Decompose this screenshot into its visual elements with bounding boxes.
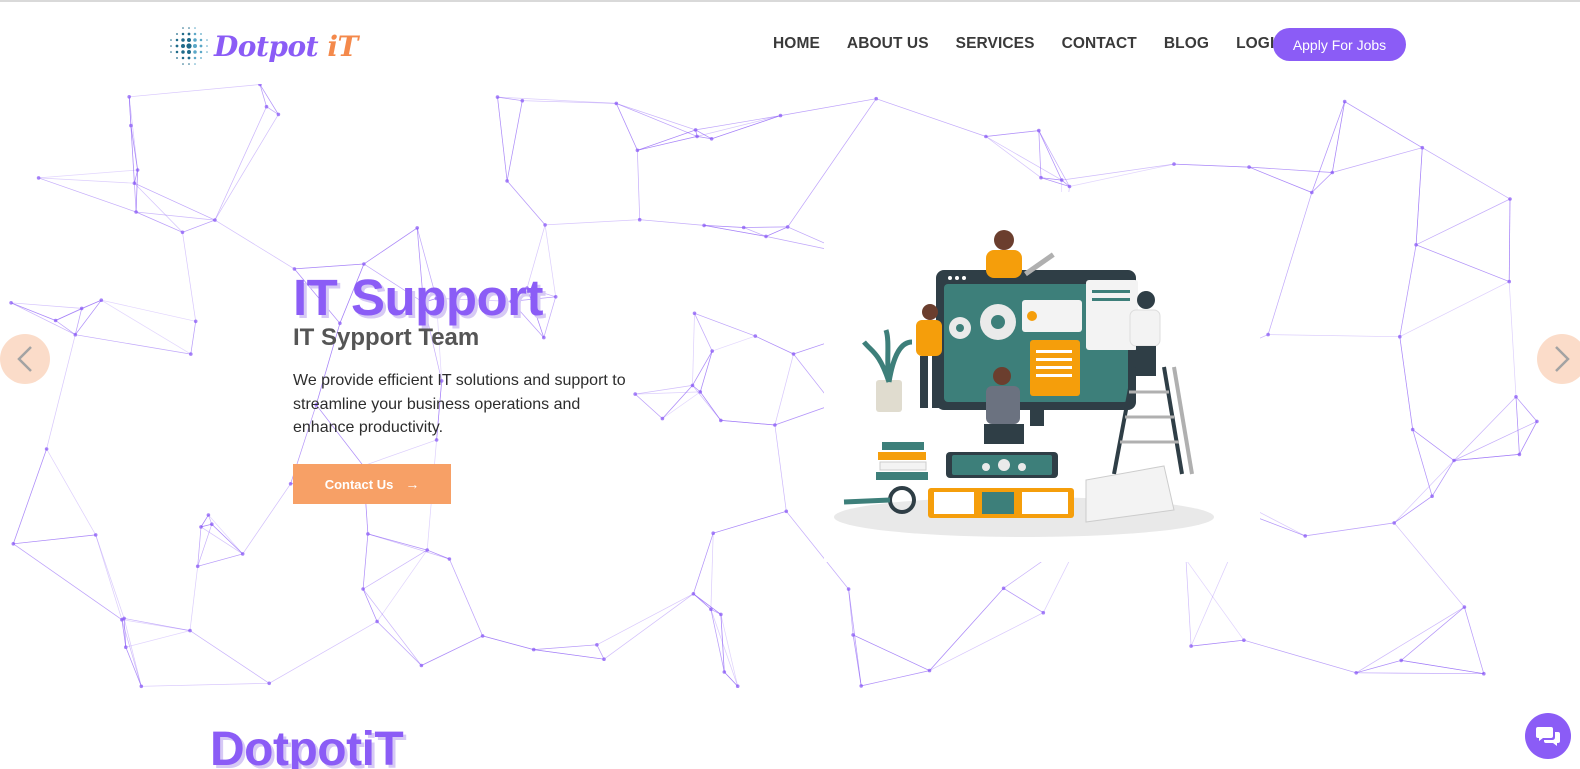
illustration-graphic <box>834 230 1214 537</box>
brand-name-part2: iT <box>327 29 358 63</box>
chat-bubbles-icon <box>1536 727 1560 746</box>
hero-title: IT Support <box>293 269 543 326</box>
section-title: DotpotiT <box>210 723 404 769</box>
hero-description: We provide efficient IT solutions and su… <box>293 372 626 436</box>
nav-blog[interactable]: BLOG <box>1164 35 1209 53</box>
globe-dots-icon <box>170 27 208 65</box>
arrow-right-icon: → <box>405 476 420 492</box>
contact-us-button[interactable]: Contact Us → <box>293 464 451 504</box>
brand-logo[interactable]: Dotpot iT <box>168 24 358 68</box>
nav-services[interactable]: SERVICES <box>956 35 1035 53</box>
chevron-left-icon <box>17 346 32 372</box>
brand-name-part1: Dotpot <box>214 29 319 63</box>
apply-for-jobs-button[interactable]: Apply For Jobs <box>1273 28 1406 61</box>
carousel-next-button[interactable] <box>1537 334 1580 384</box>
chevron-right-icon <box>1555 346 1570 372</box>
page: Dotpot iT HOME ABOUT US SERVICES CONTACT… <box>0 0 1580 769</box>
nav-home[interactable]: HOME <box>773 35 820 53</box>
brand-wordmark: Dotpot iT <box>214 30 358 63</box>
nav-about-us[interactable]: ABOUT US <box>847 35 929 53</box>
chat-button[interactable] <box>1525 713 1571 759</box>
hero-subtitle: IT Sypport Team <box>293 324 480 351</box>
main-nav: HOME ABOUT US SERVICES CONTACT BLOG LOGI… <box>773 28 1313 60</box>
site-header: Dotpot iT HOME ABOUT US SERVICES CONTACT… <box>0 2 1580 84</box>
hero-slider: IT Support IT Sypport Team We provide ef… <box>0 84 1580 692</box>
network-background <box>9 84 1539 689</box>
carousel-prev-button[interactable] <box>0 334 50 384</box>
nav-contact[interactable]: CONTACT <box>1062 35 1137 53</box>
contact-us-label: Contact Us <box>324 476 394 492</box>
it-team-illustration <box>824 192 1260 562</box>
